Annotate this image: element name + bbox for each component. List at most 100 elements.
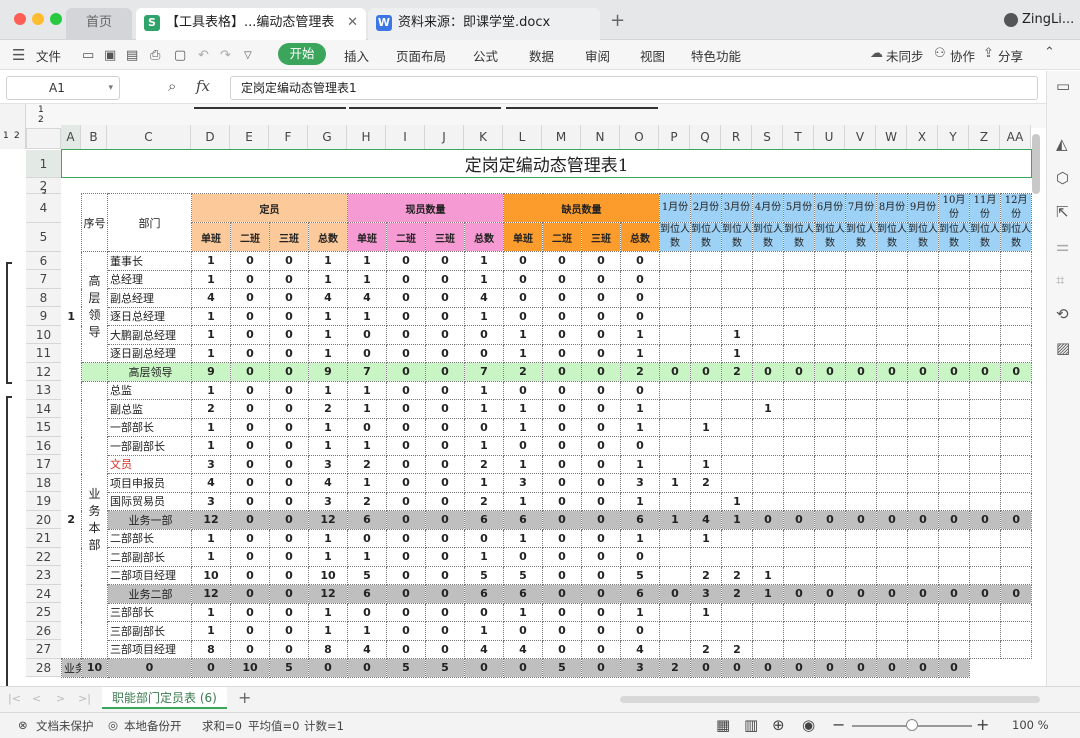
cell-month[interactable]: 0 xyxy=(845,362,877,382)
cell-value[interactable]: 1 xyxy=(503,454,543,474)
cell-value[interactable]: 0 xyxy=(425,325,465,345)
cell-value[interactable]: 0 xyxy=(425,565,465,585)
cell-month[interactable] xyxy=(721,251,753,271)
cell-value[interactable]: 0 xyxy=(269,547,309,567)
add-sheet-icon[interactable]: + xyxy=(238,688,251,707)
cell-value[interactable]: 1 xyxy=(464,306,504,326)
cell-value[interactable]: 0 xyxy=(542,602,582,622)
cell-month[interactable] xyxy=(814,621,846,641)
cell-month[interactable] xyxy=(999,380,1033,400)
cell-value[interactable]: 0 xyxy=(269,399,309,419)
cell-month[interactable] xyxy=(721,454,753,474)
cell-value[interactable]: 0 xyxy=(230,639,270,659)
cell-month[interactable] xyxy=(659,547,691,567)
cell-month[interactable] xyxy=(814,491,846,511)
header-arrive[interactable]: 到位人数 xyxy=(938,222,970,252)
cell-value[interactable]: 0 xyxy=(620,547,660,567)
cell-month[interactable] xyxy=(938,269,970,289)
cell-month[interactable] xyxy=(969,639,1001,659)
cell-value[interactable]: 1 xyxy=(191,380,231,400)
cell-value[interactable]: 0 xyxy=(230,306,270,326)
cell-value[interactable]: 1 xyxy=(464,380,504,400)
cell-value[interactable]: 2 xyxy=(464,454,504,474)
cell-month[interactable] xyxy=(876,436,908,456)
protect-status[interactable]: 文档未保护 xyxy=(36,718,94,734)
cell-value[interactable]: 0 xyxy=(542,454,582,474)
panel-toggle-icon[interactable]: ▭ xyxy=(1056,77,1070,95)
cell-month[interactable] xyxy=(907,547,939,567)
prev-sheet-icon[interactable]: < xyxy=(32,692,41,705)
cell-value[interactable]: 12 xyxy=(308,510,348,530)
zoom-out-icon[interactable]: − xyxy=(832,715,845,734)
vertical-scrollbar-thumb[interactable] xyxy=(1032,134,1040,194)
cell-value[interactable]: 0 xyxy=(581,306,621,326)
cell-month[interactable] xyxy=(907,565,939,585)
undo-icon[interactable]: ↶ xyxy=(198,48,209,63)
print-icon[interactable]: ⎙ xyxy=(150,48,160,63)
cell-month[interactable] xyxy=(845,343,877,363)
cell-value[interactable]: 0 xyxy=(542,306,582,326)
dept-name[interactable]: 业务三部 xyxy=(61,658,82,678)
header-arrive[interactable]: 到位人数 xyxy=(814,222,846,252)
header-arrive[interactable]: 到位人数 xyxy=(999,222,1033,252)
cell-month[interactable] xyxy=(814,639,846,659)
cell-month[interactable] xyxy=(876,269,908,289)
cell-value[interactable]: 0 xyxy=(581,343,621,363)
cell-value[interactable]: 1 xyxy=(347,621,387,641)
subheader-单班[interactable]: 单班 xyxy=(503,222,543,252)
cell-value[interactable]: 0 xyxy=(191,658,231,678)
header-month[interactable]: 8月份 xyxy=(876,193,908,223)
cell-value[interactable]: 0 xyxy=(542,621,582,641)
cell-value[interactable]: 9 xyxy=(191,362,231,382)
cell-month[interactable] xyxy=(814,251,846,271)
formula-input[interactable]: 定岗定编动态管理表1 xyxy=(230,76,1038,100)
cell-month[interactable] xyxy=(814,288,846,308)
cell-month[interactable]: 0 xyxy=(783,584,815,604)
cell-value[interactable]: 0 xyxy=(503,251,543,271)
cell-month[interactable] xyxy=(752,436,784,456)
cell-value[interactable]: 0 xyxy=(581,639,621,659)
cell-month[interactable] xyxy=(999,436,1033,456)
cell-month[interactable] xyxy=(814,306,846,326)
cell-value[interactable]: 3 xyxy=(308,491,348,511)
cell-month[interactable]: 0 xyxy=(969,584,1001,604)
cell-month[interactable]: 0 xyxy=(907,584,939,604)
cell-value[interactable]: 0 xyxy=(542,510,582,530)
cell-value[interactable]: 0 xyxy=(230,288,270,308)
cell-value[interactable]: 0 xyxy=(386,639,426,659)
dept-name[interactable]: 一部部长 xyxy=(107,417,192,437)
cell-month[interactable] xyxy=(999,343,1033,363)
cell-month[interactable] xyxy=(938,565,970,585)
cell-month[interactable] xyxy=(814,269,846,289)
cell-month[interactable] xyxy=(690,269,722,289)
cell-month[interactable]: 3 xyxy=(690,584,722,604)
cell-month[interactable] xyxy=(969,547,1001,567)
cell-month[interactable] xyxy=(969,343,1001,363)
cell-month[interactable] xyxy=(876,325,908,345)
cell-value[interactable]: 0 xyxy=(386,547,426,567)
cell-value[interactable]: 1 xyxy=(191,306,231,326)
cell-month[interactable] xyxy=(783,547,815,567)
cell-value[interactable]: 6 xyxy=(503,510,543,530)
group-a[interactable]: 2 xyxy=(61,381,82,659)
cell-month[interactable]: 3 xyxy=(620,658,660,678)
cell-value[interactable]: 2 xyxy=(191,399,231,419)
cell-month[interactable] xyxy=(783,380,815,400)
cell-month[interactable]: 1 xyxy=(721,491,753,511)
cell-value[interactable]: 6 xyxy=(464,510,504,530)
cell-value[interactable]: 1 xyxy=(620,417,660,437)
cell-value[interactable]: 0 xyxy=(425,380,465,400)
hamburger-icon[interactable]: ☰ xyxy=(12,46,25,64)
cell-month[interactable] xyxy=(845,602,877,622)
cell-value[interactable]: 0 xyxy=(386,417,426,437)
cell-value[interactable]: 0 xyxy=(386,251,426,271)
header-arrive[interactable]: 到位人数 xyxy=(876,222,908,252)
cell-value[interactable]: 0 xyxy=(581,473,621,493)
cell-month[interactable] xyxy=(999,639,1033,659)
dept-name[interactable]: 国际贸易员 xyxy=(107,491,192,511)
header-arrive[interactable]: 到位人数 xyxy=(969,222,1001,252)
cell-value[interactable]: 0 xyxy=(269,454,309,474)
cell-month[interactable] xyxy=(845,621,877,641)
cell-month[interactable] xyxy=(783,602,815,622)
cell-month[interactable] xyxy=(845,251,877,271)
